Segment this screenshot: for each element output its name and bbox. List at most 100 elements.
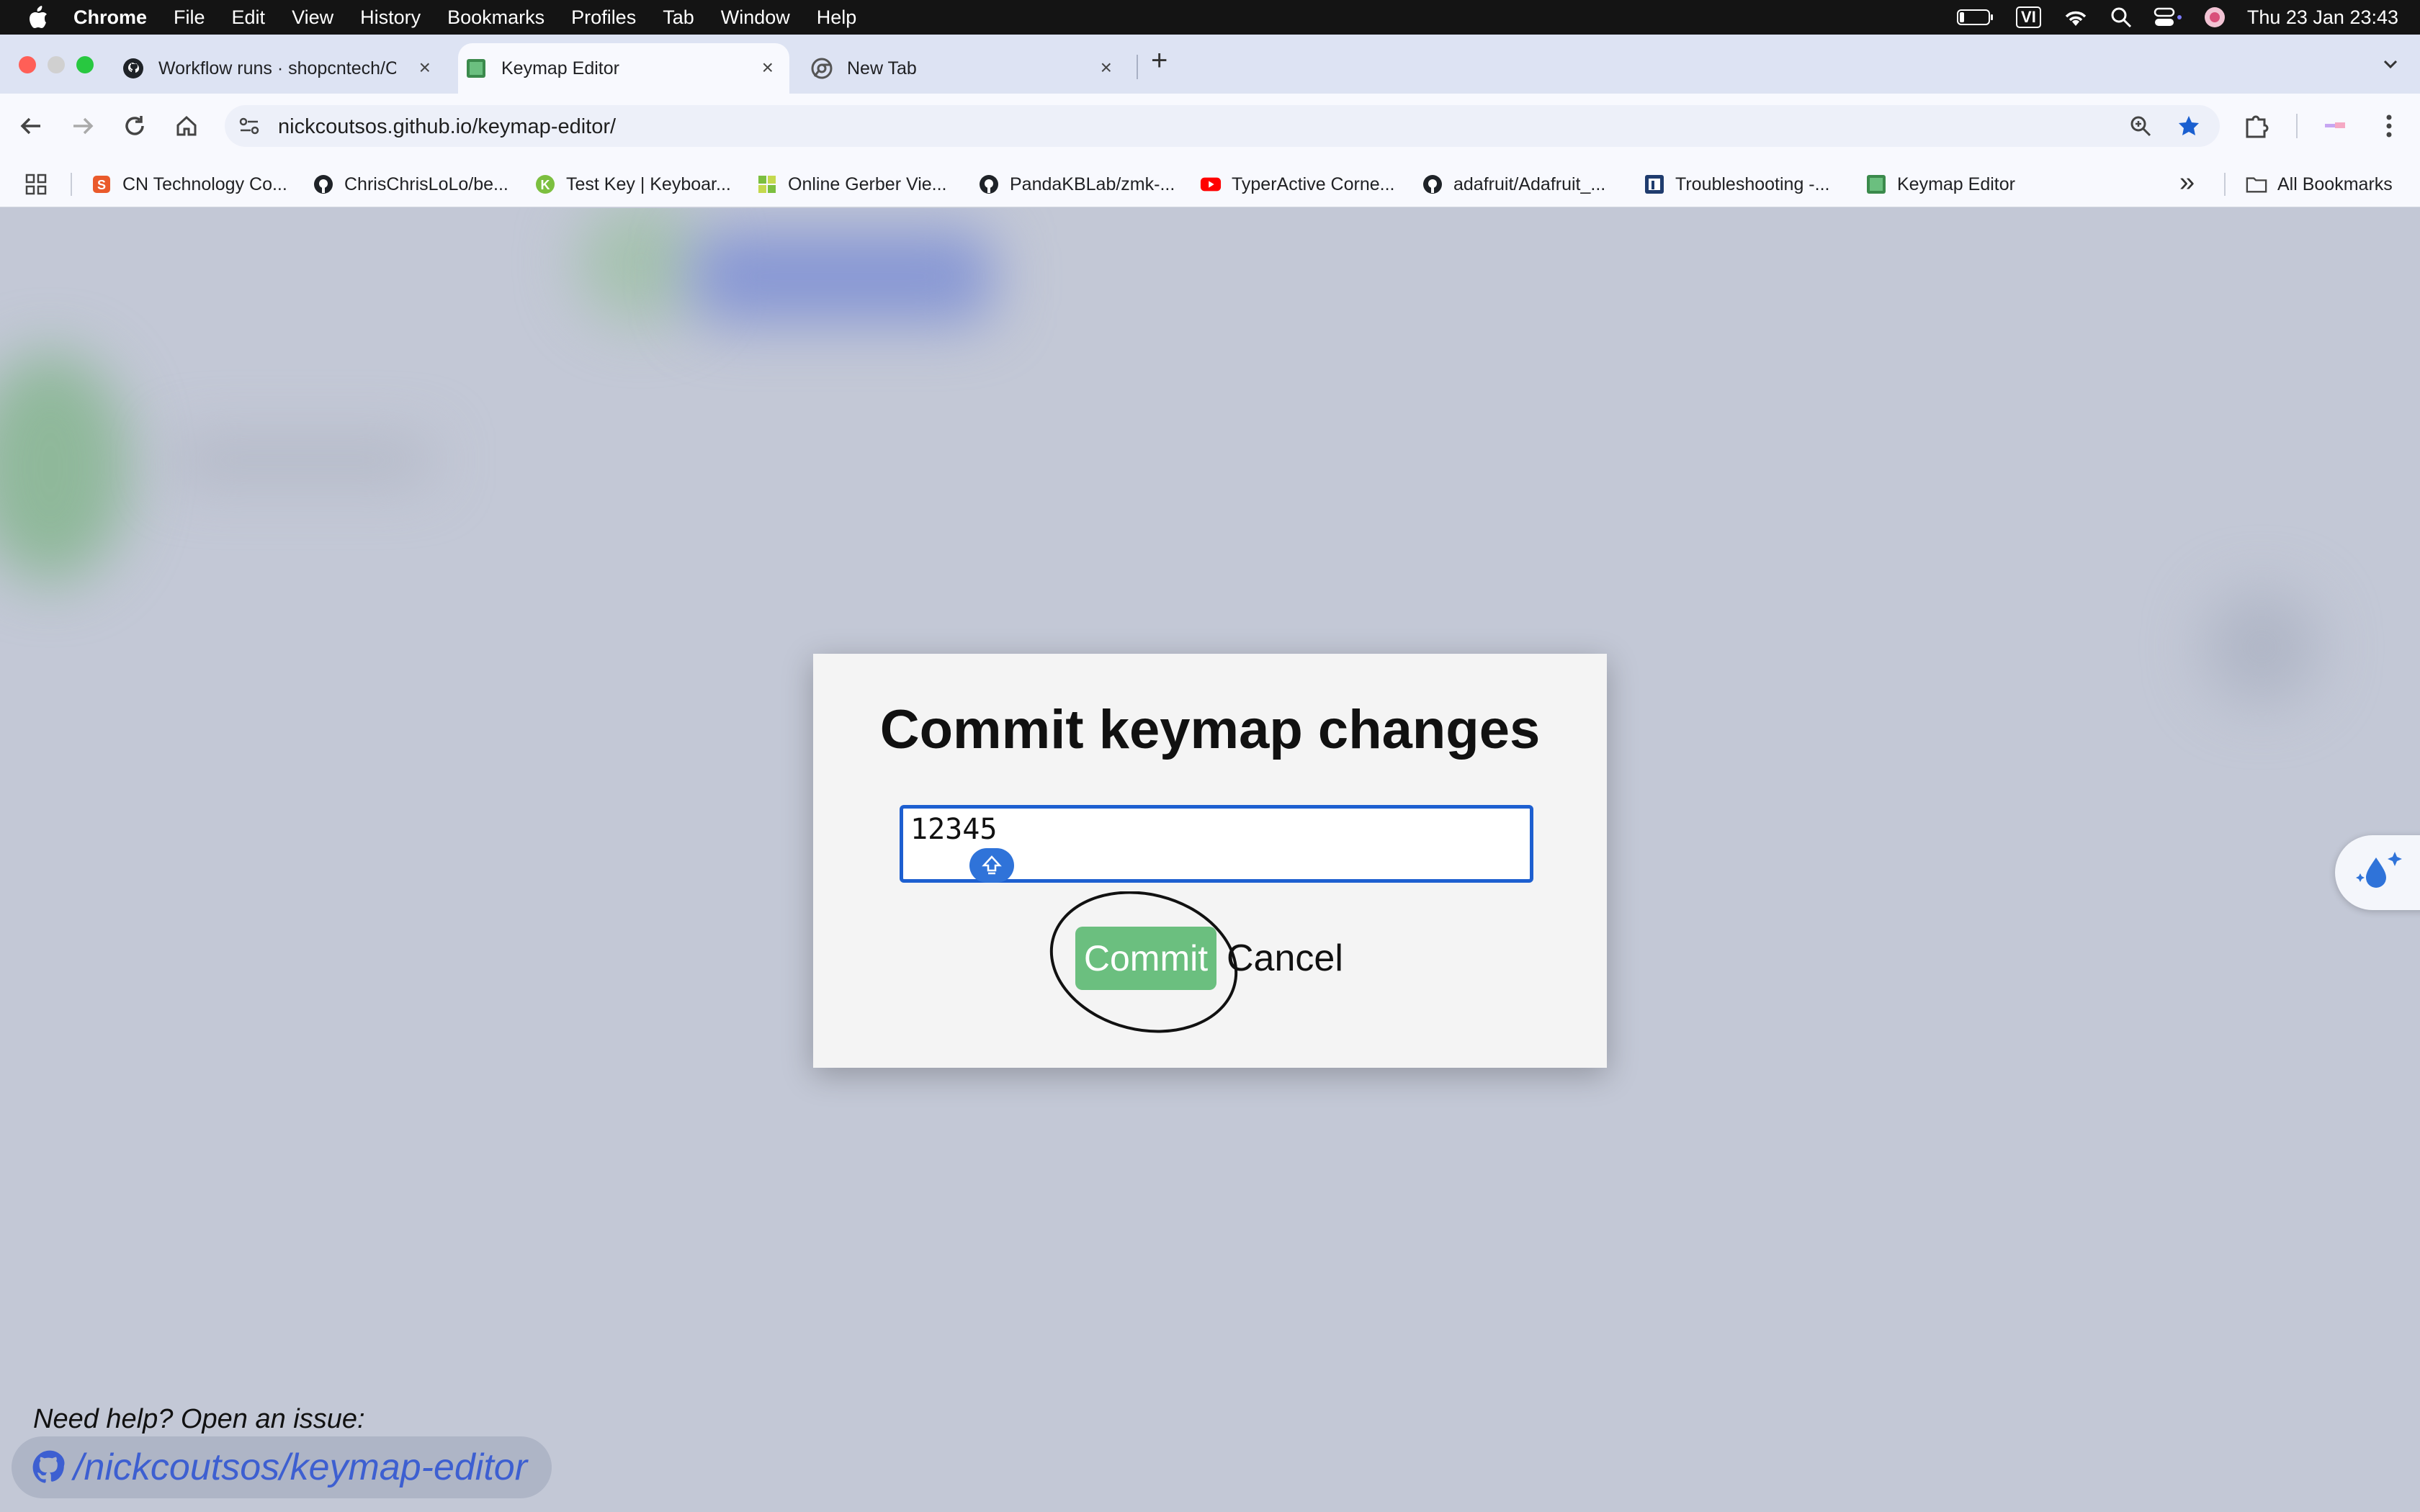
bookmark-item[interactable]: Keymap Editor: [1865, 171, 2015, 197]
bookmark-item[interactable]: K Test Key | Keyboar...: [534, 171, 731, 197]
bookmark-label: Online Gerber Vie...: [788, 174, 947, 194]
tab-close-icon[interactable]: ×: [419, 56, 431, 79]
battery-icon[interactable]: [1957, 9, 1994, 26]
forward-button[interactable]: [66, 109, 99, 143]
menu-tab[interactable]: Tab: [663, 6, 694, 29]
menu-view[interactable]: View: [292, 6, 333, 29]
cancel-button[interactable]: Cancel: [1227, 927, 1343, 990]
github-icon: [313, 174, 334, 195]
chrome-icon: [811, 58, 833, 79]
keymap-editor-favicon-icon: [467, 59, 485, 78]
wifi-icon[interactable]: [2063, 7, 2089, 27]
bookmark-label: CN Technology Co...: [122, 174, 287, 194]
tab-search-chevron-icon[interactable]: [2380, 53, 2401, 75]
window-zoom-button[interactable]: [76, 56, 94, 73]
apple-icon[interactable]: [27, 5, 49, 30]
address-bar[interactable]: nickcoutsos.github.io/keymap-editor/: [225, 105, 2220, 147]
toolbar-separator: [2296, 114, 2298, 138]
menu-window[interactable]: Window: [721, 6, 790, 29]
k-icon: K: [534, 174, 556, 195]
n-icon: [1644, 174, 1665, 195]
github-icon: [123, 58, 143, 78]
help-text: Need help? Open an issue:: [33, 1404, 365, 1434]
bookmark-item[interactable]: adafruit/Adafruit_...: [1422, 171, 1605, 197]
caps-lock-icon: [982, 855, 1002, 875]
github-icon: [978, 174, 1000, 195]
blurred-background-shape: [0, 352, 130, 582]
tab-close-icon[interactable]: ×: [762, 56, 774, 79]
gerber-icon: [756, 174, 778, 195]
url-text[interactable]: nickcoutsos.github.io/keymap-editor/: [278, 115, 616, 139]
bookmark-item[interactable]: ChrisChrisLoLo/be...: [313, 171, 508, 197]
bookmarks-separator: [2224, 173, 2226, 196]
circle-annotation: [1049, 891, 1238, 1033]
tab-title: Keymap Editor: [501, 58, 619, 78]
spotlight-search-icon[interactable]: [2110, 6, 2132, 28]
window-close-button[interactable]: [19, 56, 36, 73]
zoom-icon[interactable]: [2129, 114, 2152, 138]
tab-new-tab[interactable]: New Tab ×: [811, 43, 1128, 94]
bookmarks-overflow-button[interactable]: »: [2179, 167, 2195, 198]
github-repo-link[interactable]: /nickcoutsos/keymap-editor: [12, 1436, 552, 1498]
tab-close-icon[interactable]: ×: [1101, 56, 1112, 79]
reload-icon: [125, 116, 144, 135]
caps-lock-indicator: [969, 848, 1014, 883]
bookmarks-separator: [71, 173, 72, 196]
tab-workflow-runs[interactable]: Workflow runs · shopcntech/C ×: [122, 43, 447, 94]
menu-bookmarks[interactable]: Bookmarks: [447, 6, 544, 29]
control-center-icon[interactable]: [2154, 6, 2182, 28]
tab-separator: [1137, 55, 1138, 79]
bookmark-label: PandaKBLab/zmk-...: [1010, 174, 1175, 194]
tab-keymap-editor[interactable]: Keymap Editor ×: [458, 43, 789, 94]
bookmark-label: Keymap Editor: [1897, 174, 2015, 194]
new-tab-button[interactable]: +: [1151, 45, 1168, 77]
github-icon: [1422, 174, 1443, 195]
arrow-right-icon: [73, 117, 94, 135]
folder-icon: [2246, 174, 2267, 195]
input-source-badge[interactable]: VI: [2016, 6, 2041, 28]
profile-extension-icon[interactable]: [2323, 117, 2348, 135]
bookmark-star-icon[interactable]: [2177, 114, 2201, 138]
bookmark-label: adafruit/Adafruit_...: [1453, 174, 1606, 194]
user-avatar-icon[interactable]: [2204, 6, 2226, 28]
repo-link-label[interactable]: /nickcoutsos/keymap-editor: [73, 1446, 527, 1489]
reload-button[interactable]: [118, 109, 151, 143]
menu-profiles[interactable]: Profiles: [571, 6, 636, 29]
floating-assistant-widget[interactable]: [2335, 835, 2420, 910]
menu-app-name[interactable]: Chrome: [73, 6, 147, 29]
bookmark-label: Test Key | Keyboar...: [566, 174, 731, 194]
home-button[interactable]: [170, 109, 203, 143]
bookmark-item[interactable]: PandaKBLab/zmk-...: [978, 171, 1175, 197]
bookmark-item[interactable]: S CN Technology Co...: [91, 171, 287, 197]
window-minimize-button[interactable]: [48, 56, 65, 73]
bookmark-label: Troubleshooting -...: [1675, 174, 1830, 194]
back-button[interactable]: [14, 109, 48, 143]
blurred-background-shape: [576, 208, 706, 323]
all-bookmarks-button[interactable]: All Bookmarks: [2246, 171, 2393, 197]
site-info-icon[interactable]: [238, 115, 261, 137]
clock[interactable]: Thu 23 Jan 23:43: [2247, 6, 2398, 29]
bookmark-item[interactable]: Troubleshooting -...: [1644, 171, 1829, 197]
menu-file[interactable]: File: [174, 6, 205, 29]
svg-text:K: K: [541, 178, 550, 192]
arrow-left-icon: [20, 117, 40, 135]
bookmark-label: ChrisChrisLoLo/be...: [344, 174, 508, 194]
apps-grid-icon[interactable]: [24, 173, 48, 196]
shop-icon: S: [91, 174, 112, 195]
menu-help[interactable]: Help: [817, 6, 857, 29]
tab-title: New Tab: [847, 58, 917, 78]
home-icon: [176, 115, 197, 136]
github-icon: [32, 1450, 65, 1483]
blurred-background-shape: [691, 230, 994, 323]
bookmark-item[interactable]: TyperActive Corne...: [1200, 171, 1394, 197]
menu-history[interactable]: History: [360, 6, 421, 29]
svg-text:S: S: [97, 178, 106, 192]
bookmark-item[interactable]: Online Gerber Vie...: [756, 171, 946, 197]
extensions-puzzle-icon[interactable]: [2243, 112, 2270, 140]
tab-title: Workflow runs · shopcntech/C: [158, 58, 396, 78]
bookmark-label: TyperActive Corne...: [1232, 174, 1395, 194]
more-menu-icon[interactable]: [2378, 112, 2400, 140]
menu-edit[interactable]: Edit: [232, 6, 266, 29]
dialog-title: Commit keymap changes: [879, 699, 1541, 760]
macos-menu-bar: Chrome File Edit View History Bookmarks …: [0, 0, 2420, 35]
